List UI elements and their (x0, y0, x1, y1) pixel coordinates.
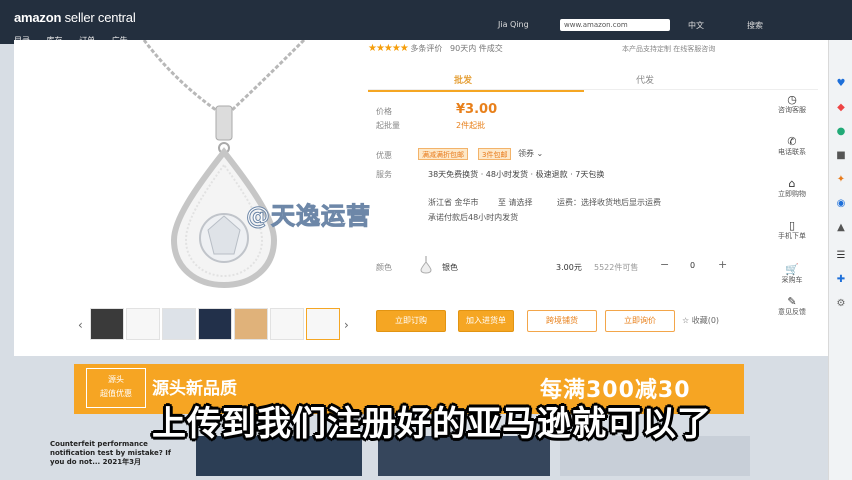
variant-thumbnail[interactable] (418, 256, 434, 274)
sidebar-shop[interactable]: ⌂ 立即购物 (772, 178, 812, 199)
thumb-prev-icon[interactable]: ‹ (78, 318, 83, 332)
variant-name: 银色 (442, 263, 458, 272)
sidebar-feedback[interactable]: ✎ 意见反馈 (772, 296, 812, 317)
product-main-image[interactable] (134, 40, 324, 330)
sidebar-mobile[interactable]: ▯ 手机下单 (772, 220, 812, 241)
extension-icon[interactable]: ✦ (835, 174, 847, 186)
variant-stock: 5522件可售 (594, 263, 639, 272)
color-label: 颜色 (376, 263, 392, 272)
qty-plus-button[interactable]: + (718, 258, 727, 271)
settings-icon[interactable]: ⚙ (835, 298, 847, 310)
promo-label: 优惠 (376, 151, 392, 160)
thumbnail[interactable] (90, 308, 124, 340)
language-selector[interactable]: 中文 (688, 20, 704, 31)
extension-icon[interactable]: ▲ (835, 222, 847, 234)
promo-tag[interactable]: 满减满折包邮 (418, 148, 468, 160)
banner-badge: 源头 超值优惠 (86, 368, 146, 408)
promo-tag[interactable]: 3件包邮 (478, 148, 512, 160)
price-label: 价格 (376, 107, 392, 116)
search-link[interactable]: 搜索 (747, 20, 763, 31)
extension-icon[interactable]: ■ (835, 150, 847, 162)
sidebar-customer-service[interactable]: ◷ 咨询客服 (772, 94, 812, 115)
watermark: @天逸运营 (246, 202, 371, 231)
ship-to-selector[interactable]: 至 请选择 (498, 197, 533, 208)
quantity-input[interactable]: 0 (690, 261, 695, 270)
thumbnail[interactable] (270, 308, 304, 340)
account-name[interactable]: Jia Qing (498, 20, 529, 29)
cart-icon: 🛒 (785, 263, 799, 276)
thumbnail[interactable] (198, 308, 232, 340)
thumbnail[interactable] (162, 308, 196, 340)
service-list: 38天免费换货 · 48小时发货 · 极速退款 · 7天包换 (428, 170, 605, 179)
store-selector[interactable]: www.amazon.com (560, 19, 670, 31)
tab-dropship[interactable]: 代发 (636, 73, 654, 86)
video-subtitle: 上传到我们注册好的亚马逊就可以了 (152, 404, 712, 444)
cross-border-button[interactable]: 跨境铺货 (527, 310, 597, 332)
ship-time: 承诺付款后48小时内发货 (428, 213, 519, 222)
active-tab-indicator (368, 90, 584, 92)
extension-icon[interactable]: ● (835, 126, 847, 138)
phone-icon: ✆ (787, 135, 797, 148)
price-value: ¥3.00 (456, 102, 498, 117)
extension-icon[interactable]: ☰ (835, 250, 847, 262)
feedback-icon: ✎ (787, 295, 797, 308)
customization-note: 本产品支持定制 在线客服咨询 (622, 45, 716, 53)
tab-wholesale[interactable]: 批发 (454, 73, 472, 86)
favorite-button[interactable]: ☆ 收藏(0) (682, 315, 719, 326)
sidebar-phone[interactable]: ✆ 电话联系 (772, 136, 812, 157)
clock-icon: ◷ (787, 93, 797, 106)
product-detail-panel: ‹ › ★★★★★ 多条评价 90天内 件成交 本产品支持定制 在线客服咨询 批… (14, 40, 832, 356)
extension-icon[interactable]: ◆ (835, 102, 847, 114)
thumbnail[interactable] (126, 308, 160, 340)
ship-from: 浙江省 金华市 (428, 198, 479, 207)
purchase-mode-tabs: 批发 代发 (368, 68, 818, 92)
inquiry-button[interactable]: 立即询价 (605, 310, 675, 332)
extension-icon[interactable]: ♥ (835, 78, 847, 90)
star-rating-icon: ★★★★★ (368, 43, 409, 54)
thumb-next-icon[interactable]: › (344, 318, 349, 332)
add-to-cart-button[interactable]: 加入进货单 (458, 310, 514, 332)
extension-icon[interactable]: ✚ (835, 274, 847, 286)
service-label: 服务 (376, 170, 392, 179)
seller-central-logo[interactable]: amazon seller central (14, 10, 136, 25)
sidebar-cart[interactable]: 🛒 采购车 (772, 264, 812, 285)
variant-price: 3.00元 (556, 263, 582, 272)
moq-value: 2件起批 (456, 121, 486, 130)
tool-sidebar: ◷ 咨询客服 ✆ 电话联系 ⌂ 立即购物 ▯ 手机下单 🛒 采购车 ✎ 意见反馈 (764, 80, 824, 350)
extension-icon[interactable]: ◉ (835, 198, 847, 210)
coupon-dropdown[interactable]: 领券 ⌄ (518, 148, 543, 159)
seller-central-header: amazon seller central Jia Qing www.amazo… (0, 0, 852, 45)
home-icon: ⌂ (788, 177, 796, 190)
moq-label: 起批量 (376, 121, 400, 130)
browser-extension-bar: ♥ ◆ ● ■ ✦ ◉ ▲ ☰ ✚ ⚙ (828, 40, 852, 480)
rating-row: ★★★★★ 多条评价 90天内 件成交 (368, 43, 503, 54)
shipping-fee: 运费：选择收货地后显示运费 (557, 198, 661, 207)
buy-now-button[interactable]: 立即订购 (376, 310, 446, 332)
thumbnail[interactable] (234, 308, 268, 340)
thumbnail-selected[interactable] (306, 308, 340, 340)
qty-minus-button[interactable]: − (660, 258, 669, 271)
mobile-icon: ▯ (788, 219, 796, 232)
